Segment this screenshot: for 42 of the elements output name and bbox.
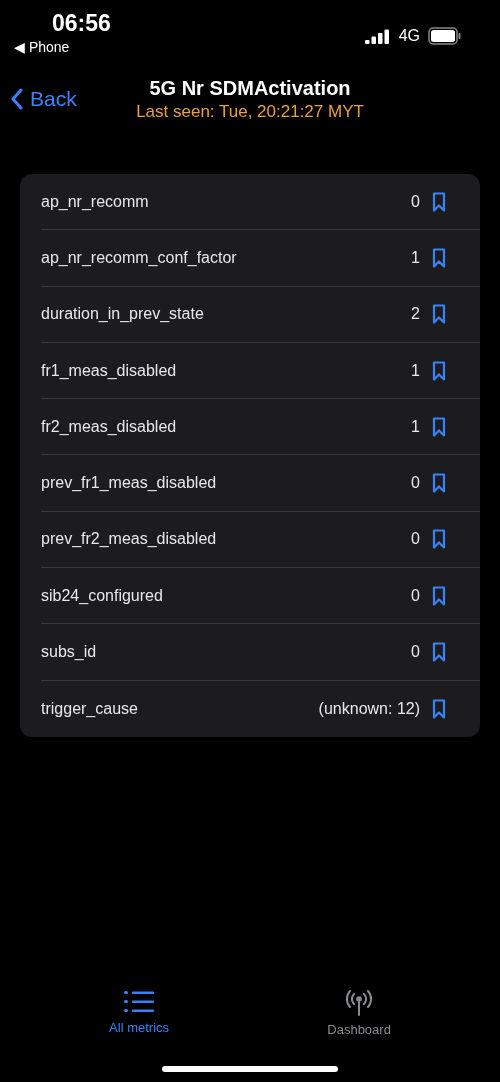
metric-name: ap_nr_recomm — [41, 192, 150, 211]
metric-value: 1 — [411, 361, 420, 380]
bookmark-icon[interactable] — [432, 698, 446, 719]
signal-icon — [364, 28, 391, 44]
metric-name: ap_nr_recomm_conf_factor — [41, 248, 238, 267]
bookmark-icon[interactable] — [432, 247, 446, 268]
metric-name: subs_id — [41, 643, 98, 661]
list-icon — [123, 990, 156, 1014]
tab-bar-item[interactable]: Dashboard — [321, 989, 397, 1038]
metric-value: 2 — [411, 305, 420, 324]
bookmark-icon[interactable] — [432, 360, 446, 381]
bookmark-icon[interactable] — [432, 473, 446, 494]
bookmark-icon[interactable] — [432, 585, 446, 606]
bookmark-icon[interactable] — [432, 191, 446, 212]
battery-icon — [428, 27, 462, 45]
metric-value: 1 — [411, 417, 420, 436]
bookmark-icon[interactable] — [432, 416, 446, 437]
metric-value: 1 — [411, 248, 420, 267]
tab-bar-item[interactable]: All metrics — [103, 989, 176, 1038]
metric-value: 0 — [411, 474, 420, 493]
metric-value: 0 — [411, 586, 420, 605]
bookmark-icon[interactable] — [432, 642, 446, 662]
last-seen-text: Last seen: Tue, 20:21:27 MYT — [136, 101, 364, 122]
chevron-left-icon — [10, 88, 24, 110]
metric-value: 0 — [411, 530, 420, 549]
status-time: 06:56 — [52, 10, 111, 37]
metric-value: 0 — [411, 643, 420, 661]
metric-name: sib24_configured — [41, 586, 164, 605]
metric-name: prev_fr1_meas_disabled — [41, 474, 218, 493]
metric-name: fr2_meas_disabled — [41, 417, 178, 436]
metric-name: trigger_cause — [41, 699, 139, 718]
network-label: 4G — [398, 27, 420, 45]
page-title: 5G Nr SDMActivation — [149, 76, 351, 100]
back-button[interactable]: Back — [10, 87, 77, 111]
back-to-app-link[interactable]: ◀ Phone — [14, 39, 70, 55]
metric-name: duration_in_prev_state — [41, 305, 205, 324]
bookmark-icon[interactable] — [432, 304, 446, 325]
metric-value: 0 — [411, 192, 420, 211]
bookmark-icon[interactable] — [432, 529, 446, 550]
metric-value: (unknown: 12) — [318, 699, 420, 718]
metric-name: fr1_meas_disabled — [41, 361, 178, 380]
metric-name: prev_fr2_meas_disabled — [41, 530, 218, 549]
